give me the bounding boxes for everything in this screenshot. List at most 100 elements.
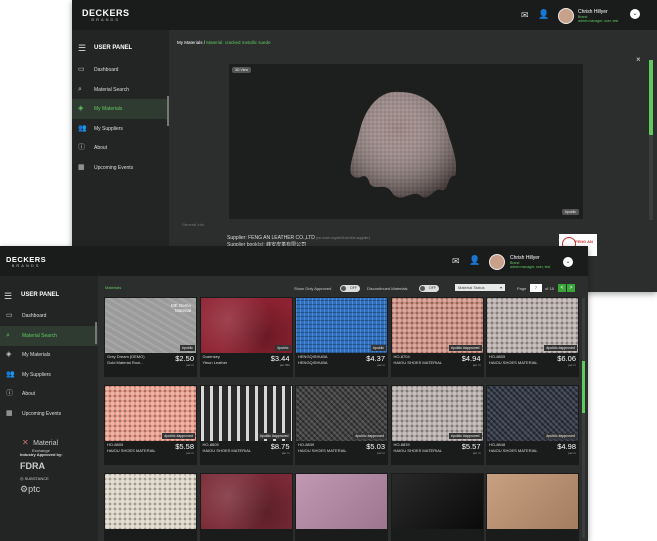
material-swatch-image[interactable]	[105, 474, 196, 529]
sidebar-scrollbar[interactable]	[95, 322, 97, 344]
user-name: Chrish Hillyer Brand admin manager, user…	[578, 9, 619, 24]
front-topbar: DECKERS BRANDS ✉ 👤 Chrish Hillyer Brand a…	[0, 246, 588, 276]
material-code: HENGQISHUBA	[298, 354, 328, 359]
sidebar-item-my-materials[interactable]: ◈ My Materials	[72, 99, 169, 119]
material-price: $5.58	[175, 442, 194, 451]
material-swatch-image[interactable]	[391, 474, 483, 529]
sidebar-item-my-suppliers[interactable]: 👥 My Suppliers	[72, 119, 169, 139]
material-card[interactable]	[486, 473, 579, 541]
material-card[interactable]: #public Guernsey Yieun Leather $3.44 per SM	[199, 297, 293, 377]
menu-icon[interactable]: ☰	[78, 44, 86, 53]
material-card[interactable]: #public #approved HO-8704 HAIOU SHOES MATE…	[390, 297, 484, 377]
close-icon[interactable]: ×	[636, 56, 641, 64]
price-unit: per m	[186, 451, 194, 455]
discontinued-label: Discontinued Materials	[367, 286, 408, 291]
substance-logo: ◎ SUBSTANCE	[20, 476, 49, 481]
material-swatch-image[interactable]	[296, 474, 387, 529]
material-code: HO-8704	[393, 354, 410, 359]
material-price: $2.50	[175, 354, 194, 363]
material-card[interactable]: #public #approved HO-8848 HAIOU SHOES MATE…	[486, 385, 579, 465]
next-page-button[interactable]: >	[567, 284, 575, 292]
mail-icon[interactable]: ✉	[452, 257, 460, 266]
add-user-icon[interactable]: 👤	[469, 256, 480, 265]
material-supplier: HAIOU SHOES MATERIAL	[393, 448, 443, 453]
back-scroll-thumb[interactable]	[649, 60, 653, 135]
show-approved-toggle[interactable]: OFF	[340, 285, 360, 292]
material-price: $5.03	[366, 442, 385, 451]
info-icon: ⓘ	[6, 390, 13, 397]
sidebar-item-about[interactable]: ⓘ About	[72, 138, 169, 158]
chevron-down-icon[interactable]: ⌄	[630, 9, 640, 19]
sidebar-item-my-suppliers[interactable]: 👥 My Suppliers	[0, 365, 98, 385]
layers-icon: ◈	[78, 105, 84, 112]
material-card[interactable]: #public #approved HO-8839 HAIOU SHOES MATE…	[390, 385, 484, 465]
general-info-label: General Info	[182, 222, 205, 227]
ptc-logo: ⚙ptc	[20, 484, 41, 494]
front-scroll-thumb[interactable]	[582, 361, 585, 413]
material-card[interactable]: #public #approved HO-8839 HAIOU SHOES MATE…	[295, 385, 388, 465]
visibility-badge: #public #approved	[353, 433, 386, 439]
material-supplier: HENGQISHUBA	[298, 360, 328, 365]
material-card[interactable]: #public HENGQISHUBA HENGQISHUBA $4.37 per m	[295, 297, 388, 377]
sidebar-item-material-search[interactable]: ⌕ Material Search	[0, 326, 98, 346]
menu-icon[interactable]: ☰	[4, 292, 12, 301]
material-price: $3.44	[270, 354, 290, 363]
sidebar-item-upcoming-events[interactable]: ▦ Upcoming Events	[72, 158, 169, 178]
material-card[interactable]	[199, 473, 293, 541]
chevron-down-icon: ▾	[499, 285, 502, 290]
draped-material-3d	[350, 91, 457, 198]
ptc-icon: ⚙	[20, 484, 29, 494]
visibility-badge: #public #approved	[544, 433, 577, 439]
avatar[interactable]	[558, 8, 574, 24]
sidebar-item-upcoming-events[interactable]: ▦ Upcoming Events	[0, 404, 98, 424]
visibility-badge: #public #approved	[544, 345, 577, 351]
sidebar-item-about[interactable]: ⓘ About	[0, 384, 98, 404]
chevron-down-icon[interactable]: ⌄	[563, 257, 573, 267]
price-unit: per m	[568, 451, 576, 455]
discontinued-toggle[interactable]: OFF	[419, 285, 439, 292]
material-swatch-image[interactable]	[200, 474, 292, 529]
material-supplier: Yieun Leather	[202, 360, 228, 365]
material-supplier: HAIOU SHOES MATERIAL	[202, 448, 252, 453]
page-input[interactable]: 7	[530, 284, 542, 292]
front-scrollbar[interactable]	[582, 298, 585, 538]
avatar[interactable]	[489, 254, 505, 270]
sidebar-item-dashboard[interactable]: ▭ Dashboard	[0, 306, 98, 326]
front-logo: DECKERS BRANDS	[6, 255, 47, 268]
sidebar-title: USER PANEL	[94, 45, 133, 51]
demo-material-label: ME Demo Material	[170, 303, 191, 313]
material-card[interactable]	[390, 473, 484, 541]
material-exchange-icon: ✕	[22, 438, 29, 447]
material-supplier: HAIOU SHOES MATERIAL	[298, 448, 347, 453]
show-approved-label: Show Only Approved	[294, 286, 332, 291]
visibility-badge: #public	[179, 345, 195, 351]
material-card[interactable]	[295, 473, 388, 541]
calendar-icon: ▦	[6, 410, 13, 417]
material-swatch-image[interactable]	[487, 474, 578, 529]
visibility-badge: #public #approved	[448, 345, 482, 351]
add-user-icon[interactable]: 👤	[538, 10, 549, 19]
mail-icon[interactable]: ✉	[521, 11, 529, 20]
material-supplier: HAIOU SHOES MATERIAL	[489, 448, 538, 453]
sidebar-item-dashboard[interactable]: ▭ Dashboard	[72, 60, 169, 80]
sidebar-item-my-materials[interactable]: ◈ My Materials	[0, 345, 98, 365]
material-card[interactable]: #public #approved HO-8805 HAIOU SHOES MATE…	[104, 385, 197, 465]
material-supplier: HAIOU SHOES MATERIAL	[489, 360, 538, 365]
price-unit: per SM	[279, 363, 290, 367]
price-unit: per m	[186, 363, 194, 367]
visibility-badge: #public	[370, 345, 386, 351]
sidebar-scrollbar[interactable]	[167, 96, 169, 126]
material-card[interactable]: #public #approved HO-8805 HAIOU SHOES MATE…	[486, 297, 579, 377]
material-card[interactable]	[104, 473, 197, 541]
material-status-select[interactable]: Material Status ▾	[455, 284, 505, 291]
price-unit: per m	[377, 363, 385, 367]
material-supplier: HAIOU SHOES MATERIAL	[107, 448, 156, 453]
material-code: HO-8839	[298, 442, 315, 447]
material-card[interactable]: #public #approved HO-8805 HAIOU SHOES MATE…	[199, 385, 293, 465]
3d-viewer[interactable]: 3D View #public	[229, 64, 583, 219]
material-card[interactable]: ME Demo Material #public Grey Dream (DEMO)…	[104, 297, 197, 377]
prev-page-button[interactable]: <	[558, 284, 566, 292]
front-window: DECKERS BRANDS ✉ 👤 Chrish Hillyer Brand a…	[0, 246, 588, 541]
visibility-badge: #public #approved	[162, 433, 195, 439]
sidebar-item-material-search[interactable]: ⌕ Material Search	[72, 80, 169, 100]
